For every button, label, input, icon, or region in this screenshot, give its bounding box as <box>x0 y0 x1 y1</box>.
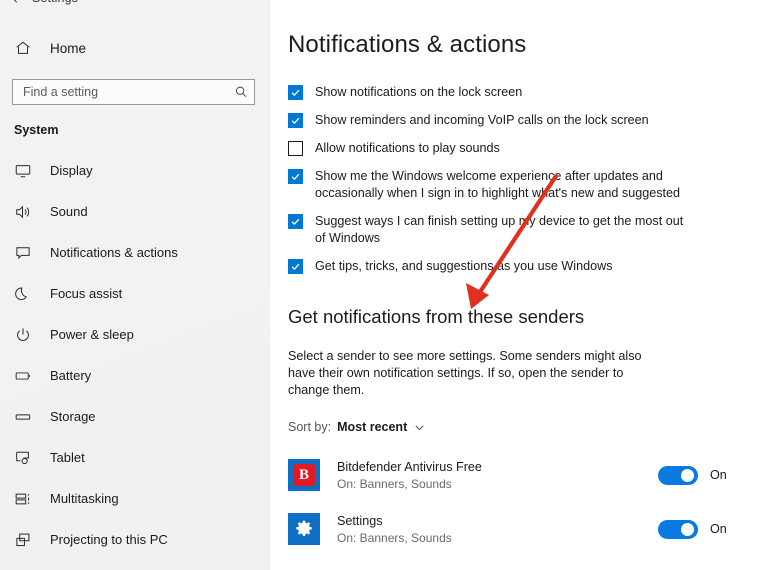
sidebar-item-notifications[interactable]: Notifications & actions <box>0 232 269 273</box>
checkbox-tips-tricks[interactable] <box>288 259 303 274</box>
moon-icon <box>14 285 32 303</box>
search-box[interactable] <box>12 79 255 105</box>
settings-window: Settings Home System <box>0 0 768 570</box>
sidebar-item-sound[interactable]: Sound <box>0 191 269 232</box>
sidebar-item-storage[interactable]: Storage <box>0 396 269 437</box>
window-titlebar: Settings <box>0 0 269 10</box>
notification-bubble-icon <box>14 244 32 262</box>
sort-by-label: Sort by: <box>288 420 332 434</box>
projecting-icon <box>14 531 32 549</box>
checkbox-voip-lock-screen[interactable] <box>288 113 303 128</box>
search-icon[interactable] <box>234 85 248 99</box>
checkbox-row[interactable]: Get tips, tricks, and suggestions as you… <box>288 258 768 275</box>
sidebar-label: Projecting to this PC <box>50 532 168 547</box>
storage-icon <box>14 408 32 426</box>
sidebar-label: Tablet <box>50 450 85 465</box>
sender-toggle-group: On <box>658 519 768 539</box>
toggle-state-label: On <box>710 468 727 482</box>
sidebar-item-display[interactable]: Display <box>0 150 269 191</box>
battery-icon <box>14 367 32 385</box>
back-chevron-icon[interactable] <box>8 0 22 5</box>
sidebar-group-title: System <box>14 123 59 137</box>
sidebar-label: Notifications & actions <box>50 245 178 260</box>
toggle-state-label: On <box>710 522 727 536</box>
window-title: Settings <box>32 0 78 5</box>
bitdefender-icon: B <box>288 459 320 491</box>
sidebar-home-label: Home <box>50 40 87 56</box>
sidebar-nav-list: Display Sound Notifications & actions Fo… <box>0 150 269 560</box>
sender-toggle-group: On <box>658 465 768 485</box>
checkbox-row[interactable]: Suggest ways I can finish setting up my … <box>288 213 768 247</box>
checkbox-row[interactable]: Show reminders and incoming VoIP calls o… <box>288 112 768 129</box>
checkbox-row[interactable]: Show notifications on the lock screen <box>288 84 768 101</box>
sidebar-label: Power & sleep <box>50 327 134 342</box>
sender-name: Settings <box>337 513 383 528</box>
sender-row-settings[interactable]: Settings On: Banners, Sounds On <box>288 502 768 556</box>
checkbox-label: Get tips, tricks, and suggestions as you… <box>315 259 613 273</box>
tablet-icon <box>14 449 32 467</box>
sort-by-dropdown[interactable]: Sort by: Most recent <box>288 420 768 434</box>
speaker-icon <box>14 203 32 221</box>
sidebar-label: Display <box>50 163 93 178</box>
checkbox-label: Show me the Windows welcome experience a… <box>315 169 681 200</box>
checkbox-play-sounds[interactable] <box>288 141 303 156</box>
checkbox-label: Show reminders and incoming VoIP calls o… <box>315 113 649 127</box>
sender-row-bitdefender[interactable]: B Bitdefender Antivirus Free On: Banners… <box>288 448 768 502</box>
senders-list: B Bitdefender Antivirus Free On: Banners… <box>288 448 768 556</box>
senders-section-title: Get notifications from these senders <box>288 306 585 327</box>
multitasking-icon <box>14 490 32 508</box>
sidebar-item-multitasking[interactable]: Multitasking <box>0 478 269 519</box>
gear-icon <box>288 513 320 545</box>
checkbox-label: Suggest ways I can finish setting up my … <box>315 214 684 245</box>
toggle-bitdefender[interactable] <box>658 465 698 485</box>
sidebar-item-tablet[interactable]: Tablet <box>0 437 269 478</box>
sender-status: On: Banners, Sounds <box>337 530 452 545</box>
toggle-settings[interactable] <box>658 519 698 539</box>
checkbox-row[interactable]: Show me the Windows welcome experience a… <box>288 168 768 202</box>
chevron-down-icon[interactable] <box>413 421 426 434</box>
search-input[interactable] <box>23 80 234 104</box>
sidebar-label: Battery <box>50 368 92 383</box>
sidebar-label: Storage <box>50 409 96 424</box>
checkbox-row[interactable]: Allow notifications to play sounds <box>288 140 768 157</box>
sender-name: Bitdefender Antivirus Free <box>337 459 482 474</box>
sort-by-value: Most recent <box>337 420 408 434</box>
monitor-icon <box>14 162 32 180</box>
sidebar-label: Multitasking <box>50 491 119 506</box>
power-icon <box>14 326 32 344</box>
checkbox-suggest-setup[interactable] <box>288 214 303 229</box>
checkbox-lock-screen-notifications[interactable] <box>288 85 303 100</box>
home-icon <box>14 39 32 57</box>
sidebar-label: Sound <box>50 204 88 219</box>
sidebar-item-battery[interactable]: Battery <box>0 355 269 396</box>
sidebar-item-projecting[interactable]: Projecting to this PC <box>0 519 269 560</box>
sidebar-item-power-sleep[interactable]: Power & sleep <box>0 314 269 355</box>
main-content: Notifications & actions Show notificatio… <box>270 0 768 570</box>
sidebar-item-focus-assist[interactable]: Focus assist <box>0 273 269 314</box>
sidebar-item-home[interactable]: Home <box>0 33 269 63</box>
checkbox-label: Allow notifications to play sounds <box>315 141 500 155</box>
checkbox-label: Show notifications on the lock screen <box>315 85 523 99</box>
notification-checkbox-group: Show notifications on the lock screen Sh… <box>288 84 768 275</box>
sidebar: Settings Home System <box>0 0 270 570</box>
sender-status: On: Banners, Sounds <box>337 476 452 491</box>
sender-info: Settings On: Banners, Sounds <box>337 514 658 545</box>
bitdefender-icon-letter: B <box>293 464 315 486</box>
checkbox-welcome-experience[interactable] <box>288 169 303 184</box>
sidebar-label: Focus assist <box>50 286 123 301</box>
senders-section-description: Select a sender to see more settings. So… <box>288 349 642 397</box>
page-title: Notifications & actions <box>288 31 527 58</box>
sender-info: Bitdefender Antivirus Free On: Banners, … <box>337 460 658 491</box>
